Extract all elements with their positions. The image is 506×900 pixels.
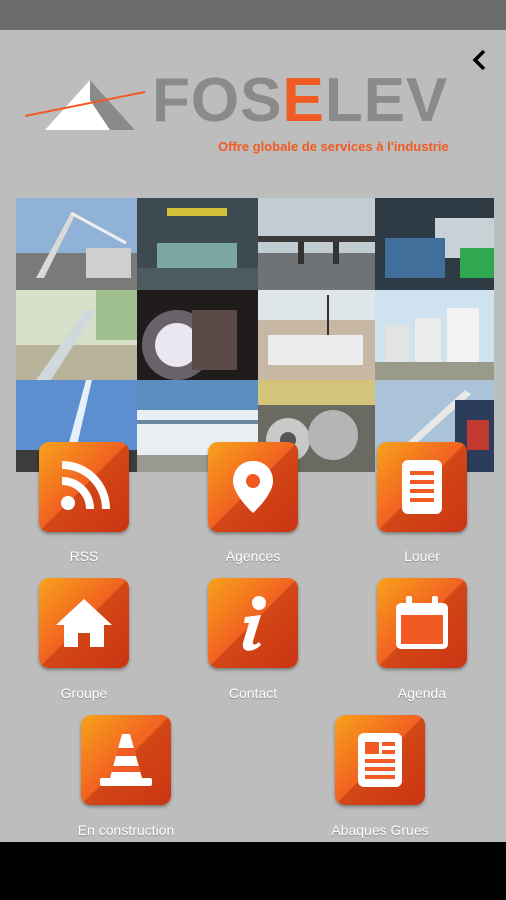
newspaper-icon bbox=[358, 733, 402, 787]
menu-label-en-construction: En construction bbox=[77, 822, 175, 838]
welding-photo bbox=[137, 290, 258, 380]
chevron-left-icon bbox=[472, 49, 486, 71]
rss-icon bbox=[61, 461, 110, 510]
crane-lift-photo bbox=[258, 290, 375, 380]
crane-tower-photo bbox=[16, 198, 137, 290]
factory-interior-photo bbox=[375, 198, 494, 290]
home-icon bbox=[56, 599, 112, 647]
back-button[interactable] bbox=[468, 48, 492, 72]
logo-wordmark: FOSELEV bbox=[152, 66, 449, 135]
menu-label-agenda: Agenda bbox=[397, 685, 447, 701]
location-pin-icon bbox=[233, 461, 273, 513]
calendar-icon bbox=[396, 596, 448, 649]
menu-label-agences: Agences bbox=[225, 548, 281, 564]
logo-tagline: Offre globale de services à l'industrie bbox=[218, 139, 449, 154]
storage-tanks-photo bbox=[375, 290, 494, 380]
document-icon bbox=[402, 460, 442, 514]
pier-structure-photo bbox=[258, 198, 375, 290]
menu-label-rss: RSS bbox=[69, 548, 99, 564]
traffic-cone-icon bbox=[100, 734, 152, 786]
navigation-bar bbox=[0, 842, 506, 900]
menu-label-contact: Contact bbox=[228, 685, 278, 701]
pipeline-photo bbox=[16, 290, 137, 380]
menu-label-louer: Louer bbox=[404, 548, 440, 564]
menu-label-abaques-grues: Abaques Grues bbox=[331, 822, 429, 838]
photo-collage bbox=[16, 198, 494, 472]
menu-label-groupe: Groupe bbox=[60, 685, 108, 701]
status-bar bbox=[0, 0, 506, 30]
info-icon bbox=[242, 596, 266, 651]
industrial-hall-photo bbox=[137, 198, 258, 290]
